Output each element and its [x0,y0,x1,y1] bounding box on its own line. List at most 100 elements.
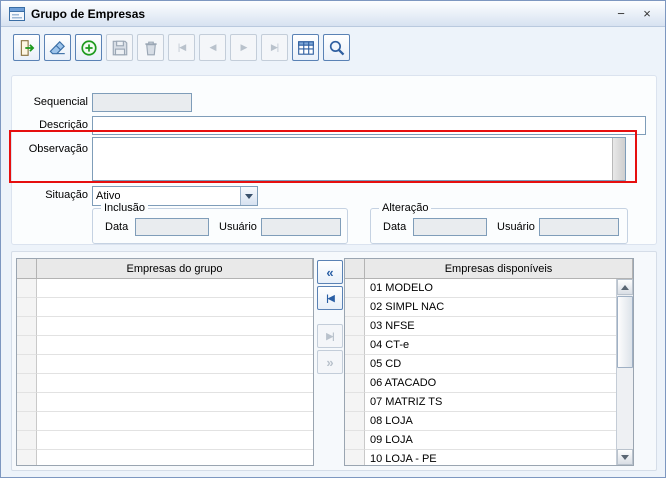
close-button[interactable]: × [637,5,657,23]
scroll-down-button[interactable] [617,449,633,465]
table-row[interactable]: 03 NFSE [345,317,618,336]
observacao-field[interactable] [93,138,612,180]
table-row[interactable] [17,279,313,298]
row-cell: 06 ATACADO [365,374,618,393]
table-row[interactable] [17,412,313,431]
trash-icon [142,39,160,57]
table-row[interactable] [17,355,313,374]
sequencial-label: Sequencial [33,96,88,108]
nav-prior-button: ◀ [199,34,226,61]
scrollbar-thumb[interactable] [617,296,633,368]
indicator-header-cell [17,259,37,279]
nav-first-button: |◀ [168,34,195,61]
row-cell: 10 LOJA - PE [365,450,618,465]
table-row[interactable] [17,336,313,355]
row-indicator-cell [345,412,365,431]
alteracao-title: Alteração [379,202,432,214]
row-indicator-cell [345,355,365,374]
inclusao-data-field[interactable] [135,218,209,236]
row-indicator-cell [17,393,37,412]
empresas-do-grupo-header[interactable]: Empresas do grupo [37,259,313,279]
row-cell: 01 MODELO [365,279,618,298]
table-row[interactable]: 07 MATRIZ TS [345,393,618,412]
eraser-icon [49,39,67,57]
row-cell [37,393,313,412]
inclusao-groupbox: Inclusão Data Usuário [92,202,348,244]
search-button[interactable] [323,34,350,61]
table-row[interactable]: 08 LOJA [345,412,618,431]
descricao-field[interactable] [92,116,646,135]
save-button [106,34,133,61]
row-indicator-cell [17,412,37,431]
inclusao-title: Inclusão [101,202,148,214]
grids-panel: Empresas do grupo « |◀ ▶| » Empresas dis… [11,251,657,471]
row-cell: 09 LOJA [365,431,618,450]
clear-button[interactable] [44,34,71,61]
alteracao-usuario-label: Usuário [497,221,535,233]
table-row[interactable]: 02 SIMPL NAC [345,298,618,317]
indicator-header-cell [345,259,365,279]
grid-header-row: Empresas disponíveis [345,259,633,279]
grid-view-button[interactable] [292,34,319,61]
table-row[interactable] [17,317,313,336]
alteracao-data-field[interactable] [413,218,487,236]
grid-body [17,279,313,465]
row-indicator-cell [17,374,37,393]
table-row[interactable] [17,374,313,393]
save-disk-icon [111,39,129,57]
exit-icon [18,39,36,57]
row-indicator-cell [345,374,365,393]
table-row[interactable] [17,393,313,412]
nav-first-icon: |◀ [177,42,186,52]
window-icon [9,6,25,21]
scroll-up-button[interactable] [617,279,633,295]
row-indicator-cell [345,336,365,355]
table-row[interactable]: 09 LOJA [345,431,618,450]
table-row[interactable] [17,298,313,317]
row-indicator-cell [17,298,37,317]
table-row[interactable]: 10 LOJA - PE [345,450,618,465]
window-title: Grupo de Empresas [31,6,146,21]
minimize-button[interactable]: − [611,5,631,23]
table-row[interactable] [17,450,313,465]
inclusao-usuario-field[interactable] [261,218,341,236]
triangle-down-icon [621,454,629,460]
row-cell: 04 CT-e [365,336,618,355]
nav-last-button: ▶| [261,34,288,61]
row-cell [37,412,313,431]
table-row[interactable]: 01 MODELO [345,279,618,298]
row-cell [37,450,313,465]
table-row[interactable]: 04 CT-e [345,336,618,355]
row-cell [37,317,313,336]
row-indicator-cell [345,393,365,412]
move-selected-left-button[interactable]: |◀ [317,286,343,310]
row-cell: 07 MATRIZ TS [365,393,618,412]
double-chevron-right-icon: » [326,354,334,370]
table-grid-icon [297,39,315,57]
row-cell: 03 NFSE [365,317,618,336]
empresas-disponiveis-header[interactable]: Empresas disponíveis [365,259,633,279]
vertical-scrollbar[interactable] [616,279,633,465]
add-button[interactable] [75,34,102,61]
row-cell [37,279,313,298]
descricao-label: Descrição [39,119,88,131]
grid-body: 01 MODELO 02 SIMPL NAC 03 NFSE 04 CT-e 0… [345,279,618,465]
row-cell: 08 LOJA [365,412,618,431]
move-all-right-button: » [317,350,343,374]
grid-header-row: Empresas do grupo [17,259,313,279]
table-row[interactable] [17,431,313,450]
chevron-down-icon [245,193,253,199]
plus-circle-icon [80,39,98,57]
table-row[interactable]: 06 ATACADO [345,374,618,393]
row-indicator-cell [17,450,37,465]
exit-button[interactable] [13,34,40,61]
nav-next-icon: ▶ [240,42,248,52]
alteracao-usuario-field[interactable] [539,218,619,236]
sequencial-field[interactable] [92,93,192,112]
observacao-scrollbar[interactable] [612,138,625,180]
situacao-dropdown-button[interactable] [240,187,257,205]
inclusao-usuario-label: Usuário [219,221,257,233]
row-indicator-cell [345,450,365,465]
move-all-left-button[interactable]: « [317,260,343,284]
table-row[interactable]: 05 CD [345,355,618,374]
